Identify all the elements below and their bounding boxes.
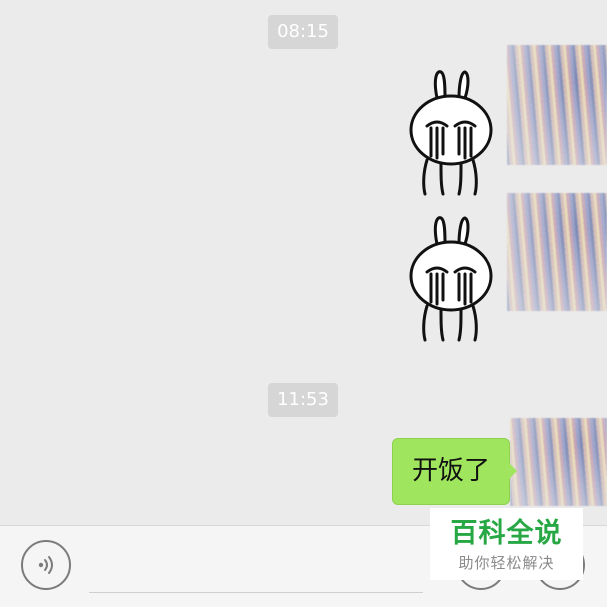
message-input[interactable] [89,542,423,593]
watermark-title: 百科全说 [450,518,563,549]
message-bubble[interactable]: 开饭了 [392,438,517,505]
user-avatar[interactable] [507,45,607,165]
crying-rabbit-sticker[interactable] [407,68,499,198]
watermark-subtitle: 助你轻松解决 [458,554,555,572]
timestamp: 08:15 [268,15,338,49]
watermark: 百科全说 助你轻松解决 [430,508,583,580]
voice-button[interactable] [21,540,71,590]
user-avatar[interactable] [507,193,607,311]
user-avatar[interactable] [510,418,607,506]
chat-area: 08:15 11:53 开饭了 [0,0,607,525]
crying-rabbit-sticker[interactable] [407,214,499,344]
voice-icon [38,556,53,574]
timestamp: 11:53 [268,383,338,417]
